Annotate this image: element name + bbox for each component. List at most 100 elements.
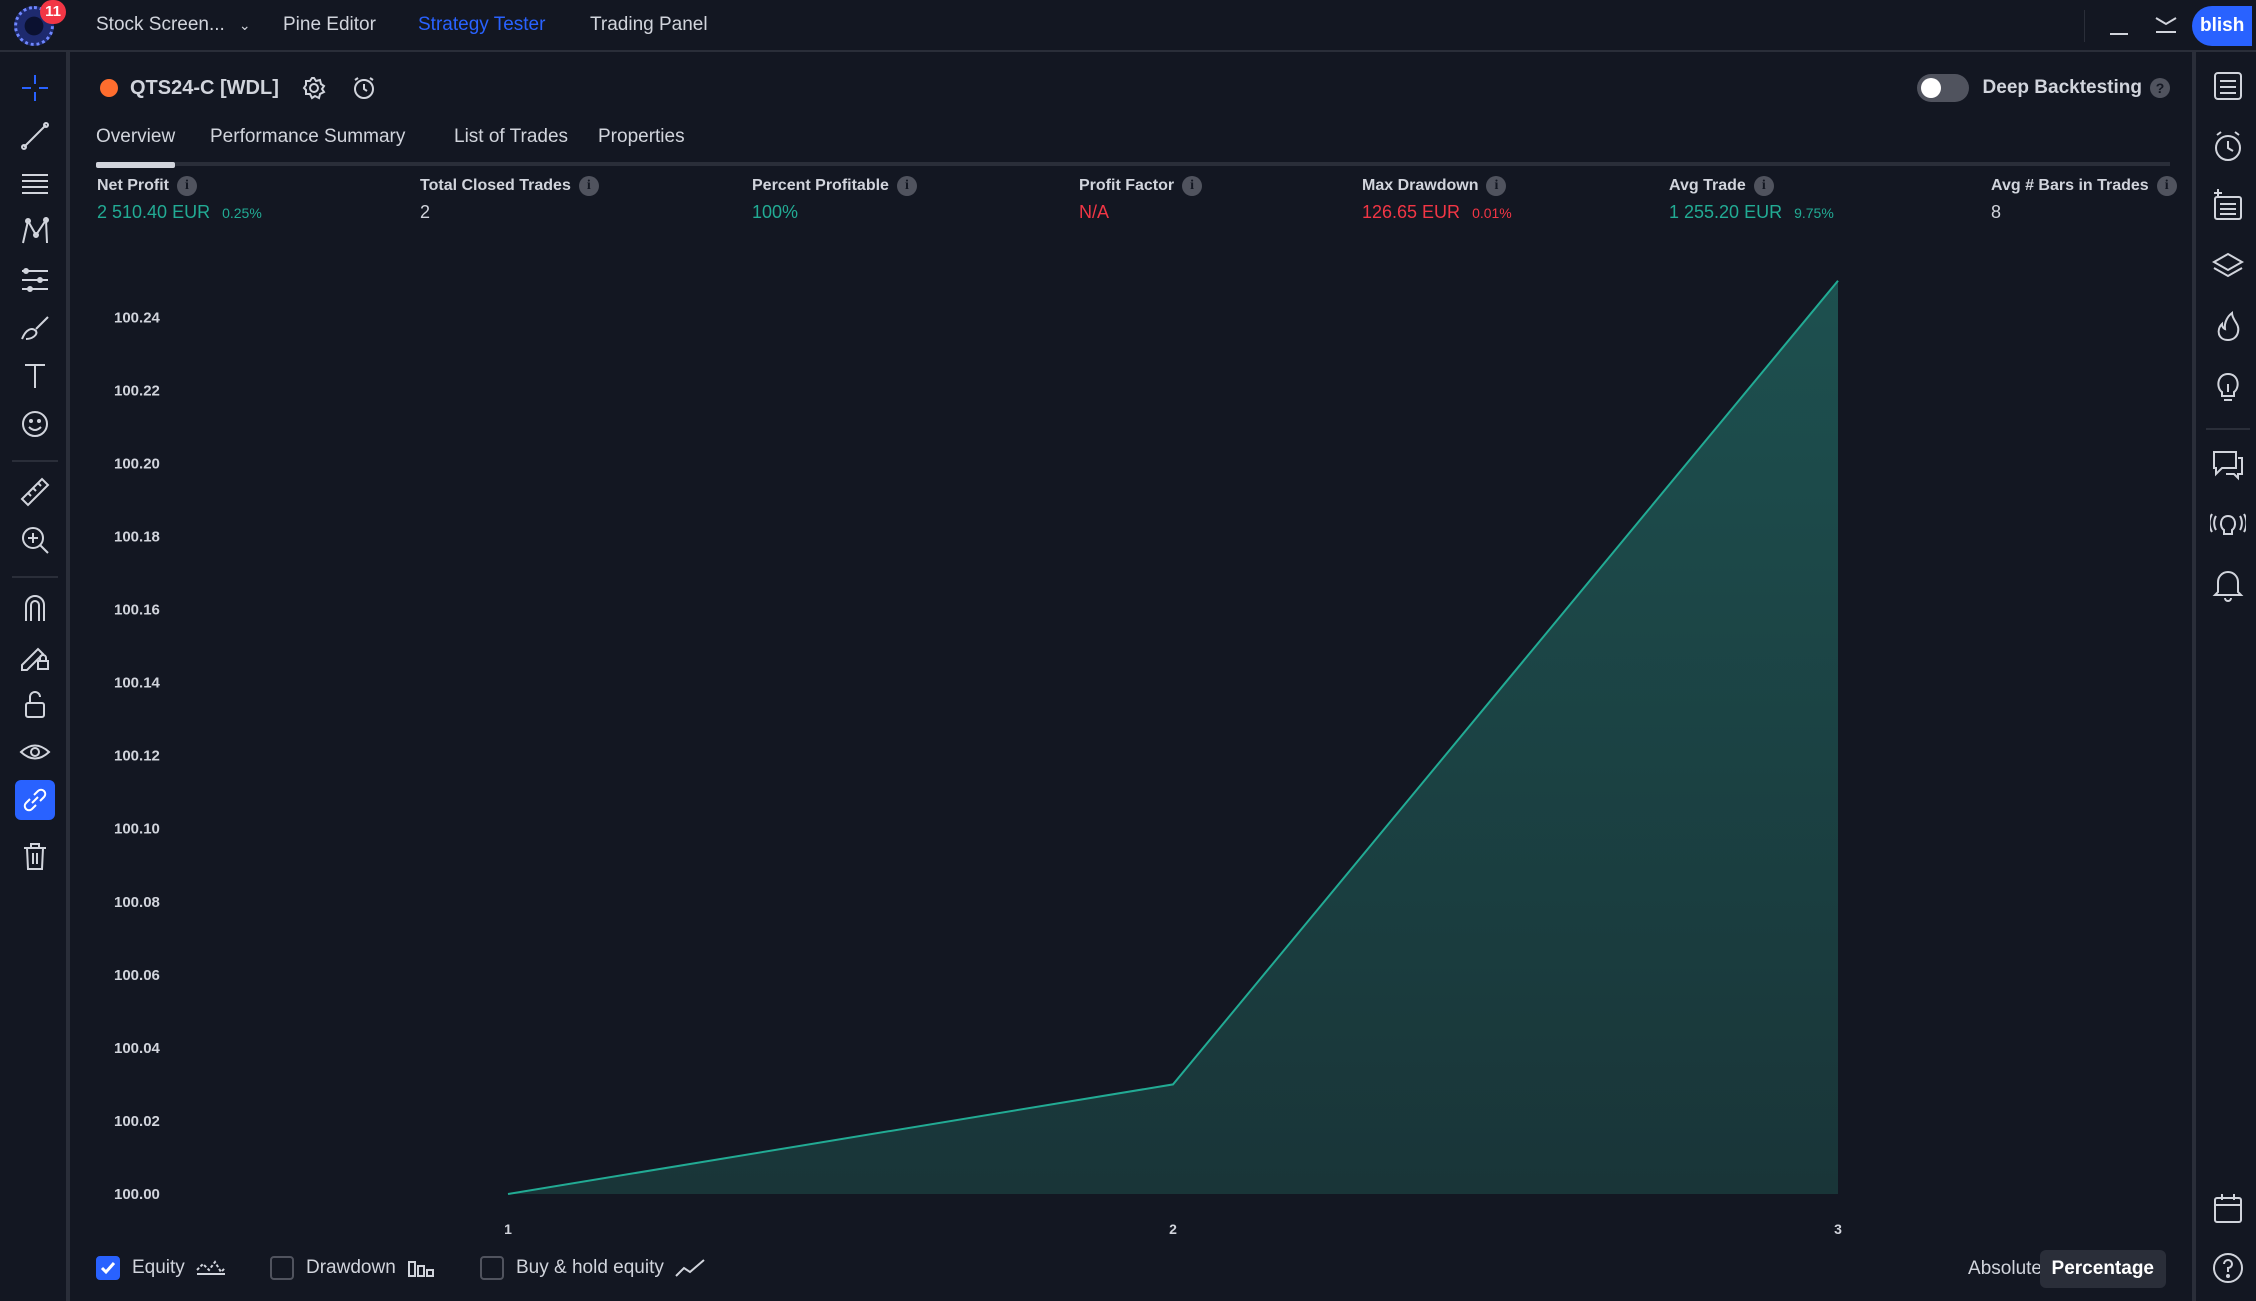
metric-label: Max Drawdown	[1362, 177, 1479, 194]
legend-drawdown[interactable]: Drawdown	[270, 1252, 438, 1284]
eye-icon[interactable]	[15, 732, 55, 772]
metric-avg-bars-in-trades: Avg # Bars in Trades i 8	[1991, 176, 2177, 223]
settings-gear-icon[interactable]	[299, 73, 329, 103]
y-tick-label: 100.22	[114, 382, 160, 399]
equity-checkbox[interactable]	[96, 1256, 120, 1280]
info-icon[interactable]: i	[2156, 176, 2177, 196]
zoom-in-icon[interactable]	[15, 520, 55, 560]
ideas-bulb-icon[interactable]	[2208, 366, 2248, 406]
x-tick-label: 2	[1169, 1221, 1177, 1237]
brush-icon[interactable]	[15, 308, 55, 348]
right-widget-toolbar	[2192, 52, 2256, 1301]
metric-value: N/A	[1079, 202, 1110, 222]
minimize-panel-icon[interactable]	[2106, 14, 2132, 38]
metric-value: 100%	[752, 202, 799, 222]
legend-buy-hold-equity[interactable]: Buy & hold equity	[480, 1252, 706, 1284]
y-tick-label: 100.08	[114, 894, 160, 911]
magnet-icon[interactable]	[15, 588, 55, 628]
chat-icon[interactable]	[2208, 444, 2248, 484]
y-tick-label: 100.06	[114, 967, 160, 984]
tab-properties[interactable]: Properties	[598, 118, 685, 164]
y-tick-label: 100.00	[114, 1186, 160, 1203]
y-tick-label: 100.04	[114, 1040, 161, 1057]
add-alert-clock-icon[interactable]	[349, 73, 379, 103]
legend-equity[interactable]: Equity	[96, 1252, 227, 1284]
tab-pine-editor[interactable]: Pine Editor	[283, 0, 376, 50]
metric-label: Avg # Bars in Trades	[1991, 177, 2149, 194]
equity-chart: 100.00 100.02 100.04 100.06 100.08 100.10 100.…	[114, 280, 1842, 1237]
deep-backtesting-label: Deep Backtesting	[1982, 77, 2142, 98]
y-tick-label: 100.10	[114, 821, 160, 838]
info-icon[interactable]: i	[1182, 176, 1203, 196]
equity-area	[508, 280, 1838, 1194]
info-icon[interactable]: i	[1486, 176, 1507, 196]
equity-wave-icon	[195, 1256, 227, 1280]
metric-label: Profit Factor	[1079, 177, 1175, 194]
metric-label: Net Profit	[97, 177, 169, 194]
x-tick-label: 1	[504, 1221, 512, 1237]
emoji-icon[interactable]	[15, 404, 55, 444]
ruler-icon[interactable]	[15, 472, 55, 512]
lock-drawing-icon[interactable]	[15, 636, 55, 676]
metric-percent: 9.75%	[1794, 205, 1834, 221]
x-tick-label: 3	[1834, 1221, 1842, 1237]
divider	[2084, 10, 2085, 42]
strategy-name[interactable]: QTS24-C [WDL]	[130, 77, 279, 100]
metric-value: 2	[420, 202, 431, 222]
tab-trading-panel[interactable]: Trading Panel	[590, 0, 708, 50]
metric-label: Percent Profitable	[752, 177, 889, 194]
drawdown-bars-icon	[406, 1256, 438, 1280]
streams-icon[interactable]	[2208, 504, 2248, 544]
y-tick-label: 100.20	[114, 455, 160, 472]
trend-line-icon[interactable]	[15, 116, 55, 156]
metric-percent: 0.01%	[1472, 205, 1512, 221]
metric-max-drawdown: Max Drawdown i 126.65 EUR 0.01%	[1362, 176, 1512, 223]
y-tick-label: 100.02	[114, 1113, 160, 1130]
deep-backtesting-toggle[interactable]	[1916, 74, 1969, 102]
metric-total-closed-trades: Total Closed Trades i 2	[420, 176, 599, 223]
help-icon[interactable]: ?	[2150, 78, 2170, 98]
help-icon[interactable]	[2208, 1248, 2248, 1288]
info-icon[interactable]: i	[177, 176, 197, 196]
y-tick-label: 100.12	[114, 748, 160, 765]
chevron-down-icon[interactable]: ⌄	[239, 0, 251, 50]
tab-stock-screener[interactable]: Stock Screen... ⌄	[96, 0, 251, 50]
data-window-icon[interactable]	[2208, 186, 2248, 226]
deep-backtesting-control: Deep Backtesting ?	[1916, 70, 2170, 106]
legend-label: Equity	[132, 1257, 185, 1278]
text-icon[interactable]	[15, 356, 55, 396]
watchlist-icon[interactable]	[2208, 66, 2248, 106]
calendar-icon[interactable]	[2208, 1188, 2248, 1228]
legend-label: Drawdown	[306, 1257, 396, 1278]
alert-clock-icon[interactable]	[2208, 126, 2248, 166]
metric-value: 1 255.20 EUR	[1669, 202, 1783, 222]
info-icon[interactable]: i	[896, 176, 917, 196]
layers-icon[interactable]	[2208, 246, 2248, 286]
lock-icon[interactable]	[15, 684, 55, 724]
maximize-panel-icon[interactable]	[2152, 12, 2180, 40]
divider	[12, 576, 58, 578]
notification-badge: 11	[40, 0, 66, 24]
tab-list-of-trades[interactable]: List of Trades	[454, 118, 568, 164]
drawdown-checkbox[interactable]	[270, 1256, 294, 1280]
divider	[12, 460, 58, 462]
tab-performance-summary[interactable]: Performance Summary	[210, 118, 405, 164]
percentage-mode-button[interactable]: Percentage	[2039, 1250, 2166, 1288]
metric-value: 2 510.40 EUR	[97, 202, 211, 222]
tab-overview[interactable]: Overview	[96, 118, 176, 168]
buy-hold-checkbox[interactable]	[480, 1256, 504, 1280]
trash-icon[interactable]	[15, 836, 55, 876]
fib-retracement-icon[interactable]	[15, 164, 55, 204]
notifications-bell-icon[interactable]	[2208, 564, 2248, 604]
crosshair-icon[interactable]	[15, 68, 55, 108]
equity-line	[507, 280, 1839, 1195]
info-icon[interactable]: i	[578, 176, 599, 196]
info-icon[interactable]: i	[1753, 176, 1774, 196]
hotlist-flame-icon[interactable]	[2208, 306, 2248, 346]
publish-button[interactable]: blish	[2192, 6, 2252, 46]
top-bar: 11 Stock Screen... ⌄ Pine Editor Strategy…	[0, 0, 2256, 52]
link-icon[interactable]	[15, 780, 55, 820]
prediction-icon[interactable]	[15, 260, 55, 300]
pattern-icon[interactable]	[15, 212, 55, 252]
tab-strategy-tester[interactable]: Strategy Tester	[418, 0, 545, 50]
